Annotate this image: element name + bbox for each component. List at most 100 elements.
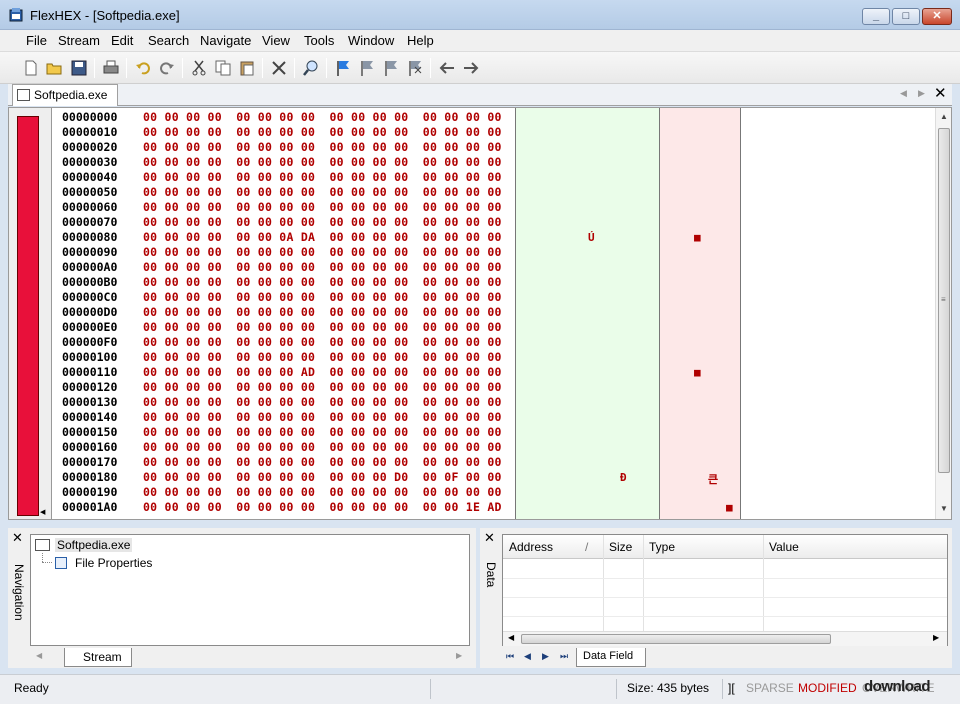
tab-softpedia-exe[interactable]: Softpedia.exe xyxy=(12,84,118,106)
delete-icon[interactable] xyxy=(270,59,288,77)
hex-row[interactable]: 00 00 00 00 00 00 00 00 00 00 00 00 00 0… xyxy=(143,335,502,350)
hex-row[interactable]: 00 00 00 00 00 00 00 00 00 00 00 00 00 0… xyxy=(143,320,502,335)
cut-icon[interactable] xyxy=(190,59,208,77)
hex-row[interactable]: 00 00 00 00 00 00 0A DA 00 00 00 00 00 0… xyxy=(143,230,502,245)
grid-scroll-thumb[interactable] xyxy=(521,634,831,644)
hex-row[interactable]: 00 00 00 00 00 00 00 00 00 00 00 00 00 0… xyxy=(143,500,502,515)
maximize-button[interactable]: □ xyxy=(892,8,920,25)
hex-row[interactable]: 00 00 00 00 00 00 00 00 00 00 00 00 00 0… xyxy=(143,245,502,260)
copy-icon[interactable] xyxy=(214,59,232,77)
hex-row[interactable]: 00 00 00 00 00 00 00 00 00 00 00 00 00 0… xyxy=(143,410,502,425)
menu-search[interactable]: Search xyxy=(148,33,189,48)
hex-row[interactable]: 00 00 00 00 00 00 00 00 00 00 00 00 00 0… xyxy=(143,425,502,440)
grid-scroll-right-icon[interactable]: ▶ xyxy=(933,633,939,642)
next-record-icon[interactable]: ▶ xyxy=(542,651,549,662)
grid-horizontal-scrollbar[interactable]: ◀ ▶ xyxy=(503,631,947,646)
column-address[interactable]: Address xyxy=(509,540,553,554)
new-file-icon[interactable] xyxy=(22,59,40,77)
sparse-indicator[interactable]: SPARSE xyxy=(746,681,794,695)
hex-row[interactable]: 00 00 00 00 00 00 00 00 00 00 00 00 00 0… xyxy=(143,140,502,155)
menu-stream[interactable]: Stream xyxy=(58,33,100,48)
data-field-grid[interactable]: Address / Size Type Value ◀ ▶ xyxy=(502,534,948,646)
grid-scroll-left-icon[interactable]: ◀ xyxy=(508,633,514,642)
scrollbar-thumb[interactable]: ≡ xyxy=(938,128,950,473)
nav-tab-right-icon[interactable]: ▶ xyxy=(456,651,462,660)
hex-row[interactable]: 00 00 00 00 00 00 00 00 00 00 00 00 00 0… xyxy=(143,455,502,470)
hex-row[interactable]: 00 00 00 00 00 00 00 00 00 00 00 00 00 0… xyxy=(143,395,502,410)
tree-item-file-properties[interactable]: File Properties xyxy=(75,556,152,570)
paste-icon[interactable] xyxy=(238,59,256,77)
tab-stream[interactable]: Stream xyxy=(64,648,132,667)
flag-prev-icon[interactable] xyxy=(358,59,376,77)
menu-file[interactable]: File xyxy=(26,33,47,48)
hex-row[interactable]: 00 00 00 00 00 00 00 00 00 00 00 00 00 0… xyxy=(143,125,502,140)
address-cell: 000000A0 xyxy=(62,260,118,274)
vertical-scrollbar[interactable]: ▲ ≡ ▼ xyxy=(935,108,951,519)
first-record-icon[interactable]: ⏮ xyxy=(506,651,514,662)
hex-row[interactable]: 00 00 00 00 00 00 00 00 00 00 00 00 00 0… xyxy=(143,110,502,125)
hex-row[interactable]: 00 00 00 00 00 00 00 00 00 00 00 00 00 0… xyxy=(143,260,502,275)
close-data-icon[interactable]: ✕ xyxy=(484,530,495,546)
hex-row[interactable]: 00 00 00 00 00 00 00 00 00 00 00 00 00 0… xyxy=(143,350,502,365)
hex-row[interactable]: 00 00 00 00 00 00 00 00 00 00 00 00 00 0… xyxy=(143,185,502,200)
tree-root-softpedia[interactable]: Softpedia.exe xyxy=(55,538,133,552)
modified-indicator[interactable]: MODIFIED xyxy=(798,681,857,695)
forward-arrow-icon[interactable] xyxy=(462,59,480,77)
address-cell: 00000140 xyxy=(62,410,118,424)
flag-clear-icon[interactable] xyxy=(406,59,424,77)
hex-editor[interactable]: ◀ 00000000 00000010 00000020 00000030 000000… xyxy=(8,107,952,520)
redo-icon[interactable] xyxy=(158,59,176,77)
hex-column[interactable]: 00 00 00 00 00 00 00 00 00 00 00 00 00 0… xyxy=(137,108,515,519)
hex-row[interactable]: 00 00 00 00 00 00 00 00 00 00 00 00 00 0… xyxy=(143,215,502,230)
tab-scroll-right-icon[interactable]: ▶ xyxy=(918,88,925,99)
hex-row[interactable]: 00 00 00 00 00 00 00 00 00 00 00 00 00 0… xyxy=(143,200,502,215)
undo-icon[interactable] xyxy=(134,59,152,77)
hex-row[interactable]: 00 00 00 00 00 00 00 00 00 00 00 00 00 0… xyxy=(143,155,502,170)
column-type[interactable]: Type xyxy=(649,540,675,554)
hex-row[interactable]: 00 00 00 00 00 00 00 00 00 00 00 D0 00 0… xyxy=(143,470,502,485)
scroll-up-icon[interactable]: ▲ xyxy=(940,112,948,121)
save-icon[interactable] xyxy=(70,59,88,77)
close-document-icon[interactable]: ✕ xyxy=(934,84,947,102)
hex-row[interactable]: 00 00 00 00 00 00 00 00 00 00 00 00 00 0… xyxy=(143,440,502,455)
flag-blue-icon[interactable] xyxy=(334,59,352,77)
back-arrow-icon[interactable] xyxy=(438,59,456,77)
modified-overview-bar[interactable] xyxy=(17,116,39,516)
menu-navigate[interactable]: Navigate xyxy=(200,33,251,48)
ascii-column[interactable]: ÚÐ xyxy=(515,108,659,519)
last-record-icon[interactable]: ⏭ xyxy=(560,651,568,662)
nav-tab-left-icon[interactable]: ◀ xyxy=(36,651,42,660)
menu-view[interactable]: View xyxy=(262,33,290,48)
navigation-tree[interactable]: Softpedia.exe File Properties xyxy=(30,534,470,646)
open-folder-icon[interactable] xyxy=(45,59,63,77)
print-icon[interactable] xyxy=(102,59,120,77)
hex-row[interactable]: 00 00 00 00 00 00 00 00 00 00 00 00 00 0… xyxy=(143,305,502,320)
hex-row[interactable]: 00 00 00 00 00 00 00 00 00 00 00 00 00 0… xyxy=(143,380,502,395)
menu-edit[interactable]: Edit xyxy=(111,33,133,48)
hex-row[interactable]: 00 00 00 00 00 00 00 00 00 00 00 00 00 0… xyxy=(143,290,502,305)
hex-row[interactable]: 00 00 00 00 00 00 00 00 00 00 00 00 00 0… xyxy=(143,170,502,185)
close-window-button[interactable]: ✕ xyxy=(922,8,952,25)
menu-tools[interactable]: Tools xyxy=(304,33,334,48)
menu-window[interactable]: Window xyxy=(348,33,394,48)
hex-row[interactable]: 00 00 00 00 00 00 00 00 00 00 00 00 00 0… xyxy=(143,275,502,290)
minimize-button[interactable]: _ xyxy=(862,8,890,25)
tab-scroll-left-icon[interactable]: ◀ xyxy=(900,88,907,99)
hex-row[interactable]: 00 00 00 00 00 00 00 AD 00 00 00 00 00 0… xyxy=(143,365,502,380)
address-cell: 000000C0 xyxy=(62,290,118,304)
column-value[interactable]: Value xyxy=(769,540,799,554)
address-cell: 00000020 xyxy=(62,140,118,154)
menu-help[interactable]: Help xyxy=(407,33,434,48)
unicode-column[interactable]: ■ ■ 큰 ■ xyxy=(659,108,741,519)
address-cell: 00000180 xyxy=(62,470,118,484)
close-navigation-icon[interactable]: ✕ xyxy=(12,530,23,546)
prev-record-icon[interactable]: ◀ xyxy=(524,651,531,662)
find-icon[interactable] xyxy=(302,59,320,77)
toolbar xyxy=(0,52,960,84)
address-cell: 00000130 xyxy=(62,395,118,409)
tab-data-field[interactable]: Data Field xyxy=(576,648,646,667)
hex-row[interactable]: 00 00 00 00 00 00 00 00 00 00 00 00 00 0… xyxy=(143,485,502,500)
column-size[interactable]: Size xyxy=(609,540,632,554)
flag-next-icon[interactable] xyxy=(382,59,400,77)
scroll-down-icon[interactable]: ▼ xyxy=(940,504,948,513)
